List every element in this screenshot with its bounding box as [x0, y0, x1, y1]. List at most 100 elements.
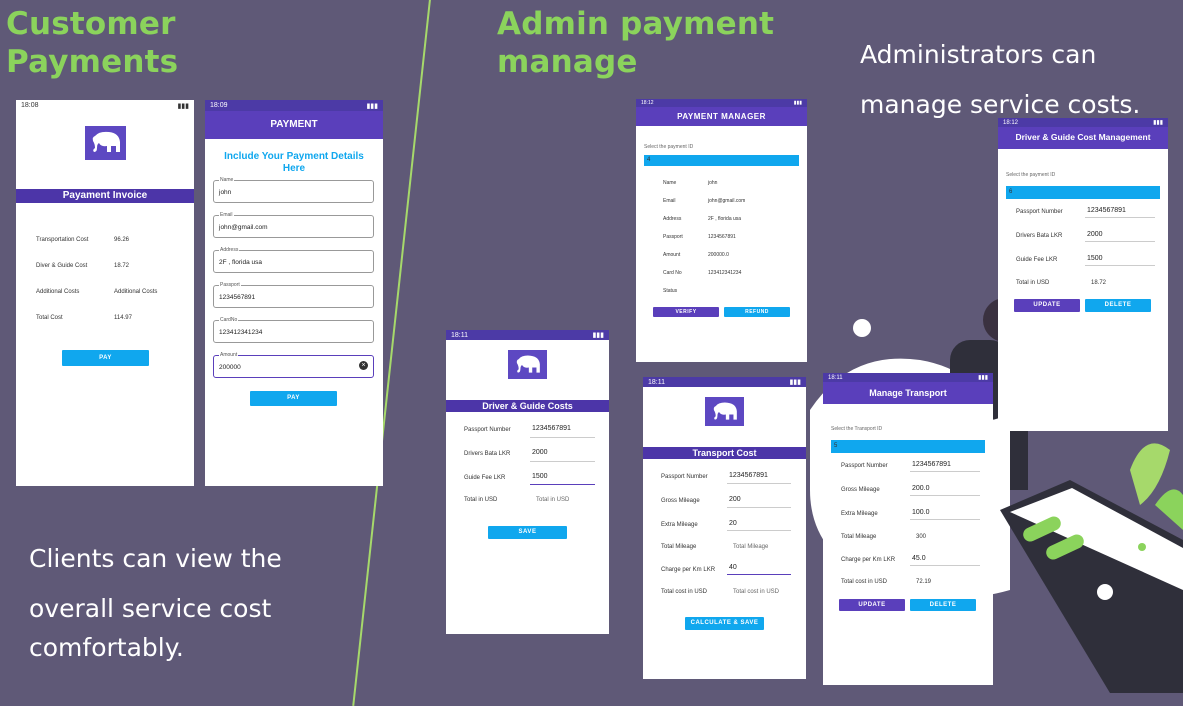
field-label: Passport — [219, 282, 241, 288]
admins-caption: Administrators can manage service costs. — [860, 35, 1140, 125]
row-label: Total cost in USD — [661, 589, 708, 595]
input-underline — [727, 507, 791, 508]
email-field[interactable]: Email john@gmail.com — [213, 212, 374, 238]
update-button[interactable]: UPDATE — [839, 599, 905, 611]
row-value: 200000.0 — [708, 252, 729, 258]
heading-line: Customer — [6, 6, 176, 42]
extra-mileage-input[interactable]: 20 — [729, 520, 737, 527]
guide-fee-input[interactable]: 1500 — [1087, 255, 1103, 262]
amount-field[interactable]: Amount 200000 × — [213, 352, 374, 378]
app-bar-title: Driver & Guide Cost Management — [998, 127, 1168, 149]
clear-icon[interactable]: × — [359, 361, 368, 370]
passport-field[interactable]: Passport 1234567891 — [213, 282, 374, 308]
guide-fee-input[interactable]: 1500 — [532, 473, 548, 480]
elephant-icon — [516, 355, 540, 373]
row-label: Passport Number — [464, 427, 511, 433]
address-field[interactable]: Address 2F , florida usa — [213, 247, 374, 273]
row-value: 114.97 — [114, 315, 132, 321]
field-value: 200000 — [219, 364, 241, 371]
passport-input[interactable]: 1234567891 — [532, 425, 571, 432]
row-value: 2F , florida usa — [708, 216, 742, 222]
transport-id-select[interactable]: 5 — [831, 440, 985, 453]
payment-id-select[interactable]: 6 — [1006, 186, 1160, 199]
invoice-title: Payament Invoice — [16, 189, 194, 203]
delete-button[interactable]: DELETE — [1085, 299, 1151, 312]
row-label: Passport — [663, 234, 683, 240]
app-bar-title: PAYMENT MANAGER — [636, 107, 807, 126]
cardno-field[interactable]: CardNo 123412341234 — [213, 317, 374, 343]
bata-input[interactable]: 2000 — [1087, 231, 1103, 238]
status-icons: ▮▮▮ — [978, 375, 988, 381]
status-time: 18:11 — [828, 374, 843, 381]
row-label: Transportation Cost — [36, 237, 89, 243]
status-bar: 18:09 ▮▮▮ — [205, 100, 383, 111]
status-time: 18:12 — [641, 100, 654, 106]
status-time: 18:09 — [210, 102, 228, 109]
guide-cost-management-screen: 18:12 ▮▮▮ Driver & Guide Cost Management … — [998, 118, 1168, 431]
customer-payments-heading: Customer Payments — [6, 5, 178, 81]
refund-button[interactable]: REFUND — [724, 307, 790, 317]
bubble-icon — [853, 319, 871, 337]
screen-title: Transport Cost — [643, 447, 806, 459]
pay-button[interactable]: PAY — [250, 391, 337, 406]
input-underline — [910, 519, 980, 520]
charge-per-km-input[interactable]: 45.0 — [912, 555, 926, 562]
gross-mileage-input[interactable]: 200 — [729, 496, 741, 503]
row-label: Address — [663, 216, 682, 222]
status-time: 18:11 — [451, 331, 468, 339]
row-label: Guide Fee LKR — [464, 475, 506, 481]
gross-mileage-input[interactable]: 200.0 — [912, 485, 930, 492]
pay-button[interactable]: PAY — [62, 350, 149, 366]
row-label: Extra Mileage — [841, 511, 878, 517]
row-label: Guide Fee LKR — [1016, 257, 1058, 263]
total-usd-value: 18.72 — [1091, 280, 1107, 286]
row-label: Total cost in USD — [841, 579, 888, 585]
input-underline — [1085, 241, 1155, 242]
field-label: Address — [219, 247, 240, 253]
invoice-screen: 18:08 ▮▮▮ Payament Invoice Transportation… — [16, 100, 194, 486]
caption-line: Administrators can — [860, 40, 1097, 69]
caption-line: Clients can view the — [29, 544, 282, 573]
field-label: Amount — [219, 352, 239, 358]
app-bar-title: PAYMENT — [205, 111, 383, 139]
extra-mileage-input[interactable]: 100.0 — [912, 509, 930, 516]
input-underline — [1085, 265, 1155, 266]
elephant-logo — [705, 397, 744, 426]
save-button[interactable]: SAVE — [488, 526, 567, 539]
row-label: Total Cost — [36, 315, 63, 321]
row-label: Passport Number — [1016, 209, 1063, 215]
transport-cost-screen: 18:11 ▮▮▮ Transport Cost Passport Number … — [643, 377, 806, 679]
elephant-logo — [508, 350, 547, 379]
input-underline — [910, 471, 980, 472]
passport-input[interactable]: 1234567891 — [1087, 207, 1126, 214]
row-value: 96.26 — [114, 237, 130, 243]
delete-button[interactable]: DELETE — [910, 599, 976, 611]
row-label: Name — [663, 180, 677, 186]
status-time: 18:11 — [648, 378, 665, 386]
field-value: 1234567891 — [219, 294, 256, 301]
calculate-save-button[interactable]: CALCULATE & SAVE — [685, 617, 764, 630]
charge-per-km-input[interactable]: 40 — [729, 564, 737, 571]
status-icons: ▮▮▮ — [793, 100, 802, 106]
screen-title: Driver & Guide Costs — [446, 400, 609, 412]
row-label: Gross Mileage — [661, 498, 700, 504]
status-bar: 18:11 ▮▮▮ — [643, 377, 806, 387]
verify-button[interactable]: VERIFY — [653, 307, 719, 317]
row-label: Charge per Km LKR — [661, 567, 716, 573]
elephant-icon — [713, 402, 737, 420]
driver-guide-costs-screen: 18:11 ▮▮▮ Driver & Guide Costs Passport N… — [446, 330, 609, 634]
input-underline — [530, 461, 595, 462]
row-label: Passport Number — [841, 463, 888, 469]
input-underline-active — [530, 484, 595, 485]
status-bar: 18:12 ▮▮▮ — [998, 118, 1168, 127]
update-button[interactable]: UPDATE — [1014, 299, 1080, 312]
admin-payment-heading: Admin payment manage — [497, 5, 774, 81]
name-field[interactable]: Name john — [213, 177, 374, 203]
bata-input[interactable]: 2000 — [532, 449, 548, 456]
input-underline — [1085, 217, 1155, 218]
payment-id-select[interactable]: 4 — [644, 155, 799, 166]
passport-input[interactable]: 1234567891 — [912, 461, 951, 468]
row-label: Extra Mileage — [661, 522, 698, 528]
passport-input[interactable]: 1234567891 — [729, 472, 768, 479]
select-label: Select the payment ID — [1006, 172, 1056, 178]
